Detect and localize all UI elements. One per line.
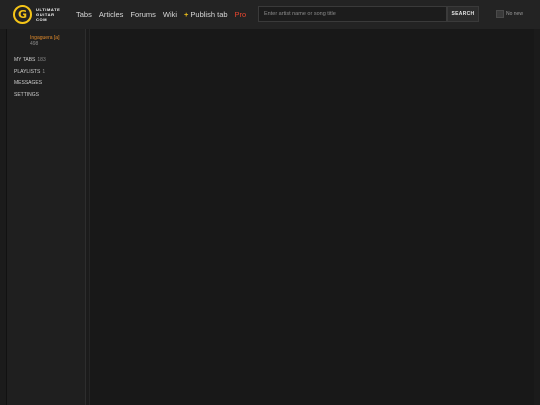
sidebar-menu: MY TABS 183 PLAYLISTS 1 MESSAGES SETTINGS [14,57,46,98]
sidebar-item-label: MY TABS [14,57,36,63]
top-header: G ULTIMATE GUITAR COM Tabs Articles Foru… [0,0,540,29]
sidebar-item-settings[interactable]: SETTINGS [14,92,46,98]
nav-articles-link[interactable]: Articles [99,10,124,19]
sidebar-item-label: SETTINGS [14,91,40,98]
nav-wiki-link[interactable]: Wiki [163,10,177,19]
search-bar: SEARCH [258,6,479,22]
sidebar-item-count: 183 [37,57,46,63]
left-sidebar: Ingaguera [a] 498 MY TABS 183 PLAYLISTS 1 … [6,29,86,405]
search-button[interactable]: SEARCH [447,6,479,22]
plus-icon: + [184,10,189,19]
sidebar-item-my-tabs[interactable]: MY TABS 183 [14,57,46,63]
nav-pro-link[interactable]: Pro [235,10,247,19]
guitar-logo-icon: G [13,5,32,24]
sidebar-item-messages[interactable]: MESSAGES [14,80,46,86]
main-content-area [89,29,534,405]
notifications-toggle[interactable]: No new [496,9,523,19]
sidebar-item-label: MESSAGES [14,80,43,86]
logo-mark-letter: G [17,8,28,21]
notification-checkbox-icon [496,10,504,18]
nav-forums-link[interactable]: Forums [130,10,155,19]
main-nav: Tabs Articles Forums Wiki + Publish tab … [76,0,246,29]
user-points: 498 [30,41,39,47]
sidebar-item-count: 1 [42,68,46,75]
sidebar-item-label: PLAYLISTS [14,68,41,75]
nav-tabs-link[interactable]: Tabs [76,10,92,19]
ultimate-guitar-logo[interactable]: G ULTIMATE GUITAR COM [13,5,60,24]
logo-wordmark: ULTIMATE GUITAR COM [36,7,60,22]
search-input[interactable] [258,6,447,22]
logo-line-3: COM [36,17,48,22]
publish-tab-label: Publish tab [190,10,228,19]
no-new-label: No new [506,11,523,17]
user-profile[interactable]: Ingaguera [a] 498 [30,35,59,47]
nav-publish-tab-link[interactable]: + Publish tab [184,10,228,19]
sidebar-item-playlists[interactable]: PLAYLISTS 1 [14,69,46,75]
